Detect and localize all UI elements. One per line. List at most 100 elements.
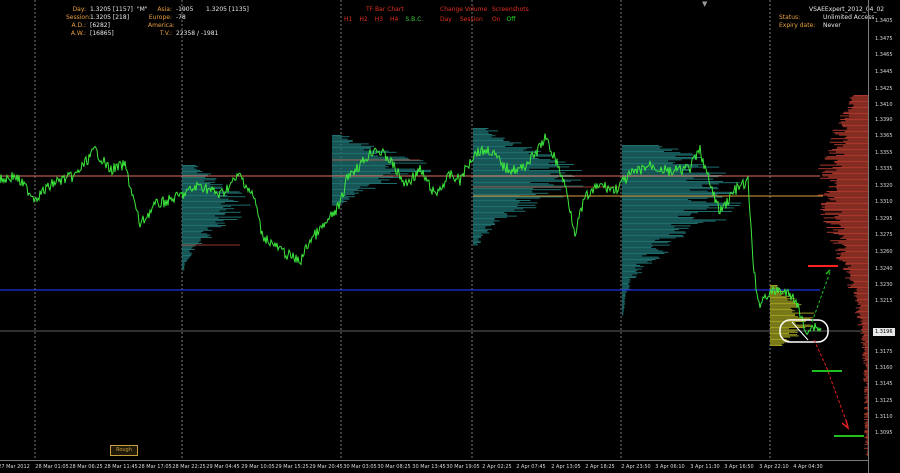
- tf-h1-button[interactable]: H1: [344, 16, 352, 24]
- profile-bar: [182, 167, 195, 169]
- profile-bar: [182, 186, 223, 188]
- profile-bar: [622, 293, 626, 295]
- composite-profile-bar: [855, 307, 868, 309]
- profile-bar: [622, 178, 714, 180]
- profile-bar: [332, 139, 353, 141]
- profile-bar: [473, 136, 492, 138]
- profile-bar: [473, 143, 514, 145]
- profile-bar: [622, 159, 682, 161]
- profile-bar: [622, 253, 665, 254]
- composite-profile-bar: [838, 234, 868, 236]
- shift-arrow-icon[interactable]: ▼: [702, 0, 707, 8]
- profile-bar: [622, 227, 689, 229]
- profile-bar: [473, 201, 520, 203]
- composite-profile-bar: [840, 254, 868, 256]
- composite-profile-bar: [843, 153, 868, 155]
- profile-bar: [332, 172, 391, 174]
- price-chart[interactable]: [0, 0, 868, 460]
- tf-h2-button[interactable]: H2: [359, 16, 367, 24]
- price-axis[interactable]: 1.3405 1.3475 1.3465 1.3445 1.3425 1.3410 1.33…: [868, 0, 900, 473]
- tf-sbc-button[interactable]: S.B.C.: [405, 16, 423, 24]
- developing-profile-bar: [770, 315, 796, 316]
- profile-bar: [473, 161, 566, 163]
- volume-session-button[interactable]: Session: [460, 16, 483, 24]
- composite-profile-bar: [848, 272, 868, 274]
- profile-bar: [473, 185, 584, 187]
- composite-profile-bar: [836, 181, 868, 183]
- composite-profile-bar: [857, 324, 868, 326]
- composite-profile-bar: [834, 144, 868, 146]
- profile-bar: [622, 303, 626, 305]
- price-tick-label: 1.3390: [875, 117, 893, 123]
- profile-bar: [622, 301, 625, 302]
- profile-bar: [622, 197, 708, 199]
- profile-bar: [622, 158, 698, 160]
- composite-profile-bar: [845, 137, 868, 138]
- time-axis[interactable]: 27 Mar 2012 28 Mar 01:05 28 Mar 06:25 28 Ma…: [0, 460, 868, 473]
- profile-bar: [473, 204, 536, 206]
- profile-bar: [622, 220, 716, 222]
- tf-h3-button[interactable]: H3: [375, 16, 383, 24]
- profile-bar: [622, 279, 631, 281]
- profile-bar: [473, 144, 513, 146]
- price-tick-label: 1.3230: [875, 282, 893, 288]
- time-tick-label: 4 Apr 04:30: [793, 464, 823, 470]
- profile-bar: [182, 241, 199, 243]
- composite-profile-bar: [844, 131, 868, 132]
- tf-h4-button[interactable]: H4: [390, 16, 398, 24]
- profile-bar: [622, 236, 685, 238]
- composite-profile-bar: [846, 271, 868, 273]
- volume-title: Change Volume: [440, 6, 488, 13]
- profile-bar: [622, 147, 661, 149]
- profile-bar: [622, 201, 707, 203]
- profile-bar: [473, 236, 481, 237]
- composite-profile-bar: [822, 171, 868, 173]
- profile-bar: [473, 228, 492, 230]
- profile-bar: [182, 193, 216, 195]
- profile-bar: [473, 238, 479, 240]
- time-tick-label: 28 Mar 22:25: [172, 464, 206, 470]
- profile-bar: [473, 130, 499, 132]
- composite-profile-bar: [829, 180, 868, 182]
- developing-profile-bar: [770, 299, 788, 301]
- screenshots-off-button[interactable]: Off: [507, 16, 516, 24]
- volume-day-button[interactable]: Day: [440, 16, 452, 24]
- composite-profile-bar: [819, 164, 868, 166]
- profile-bar: [182, 197, 221, 199]
- price-tick-label: 1.3475: [875, 36, 893, 42]
- profile-bar: [622, 184, 702, 186]
- profile-bar: [622, 238, 660, 240]
- profile-bar: [622, 249, 659, 251]
- profile-bar: [473, 221, 494, 223]
- composite-profile-bar: [833, 233, 868, 234]
- composite-profile-bar: [848, 103, 868, 105]
- composite-profile-bar: [846, 246, 868, 248]
- profile-bar: [182, 232, 202, 234]
- profile-bar: [622, 196, 723, 198]
- composite-profile-bar: [836, 189, 868, 191]
- profile-bar: [622, 254, 647, 256]
- profile-bar: [622, 259, 656, 260]
- screenshots-on-button[interactable]: On: [492, 16, 501, 24]
- symbol-box[interactable]: Rough: [110, 445, 138, 456]
- composite-profile-bar: [828, 176, 868, 178]
- composite-profile-bar: [845, 251, 868, 252]
- composite-profile-bar: [856, 311, 868, 312]
- profile-bar: [622, 241, 671, 242]
- composite-profile-bar: [849, 101, 868, 102]
- profile-bar: [622, 191, 737, 193]
- composite-profile-bar: [820, 204, 868, 206]
- profile-bar: [182, 181, 216, 183]
- composite-profile-bar: [836, 200, 868, 202]
- price-tick-label: 1.3275: [875, 232, 893, 238]
- composite-profile-bar: [833, 132, 868, 134]
- profile-bar: [182, 253, 192, 255]
- profile-bar: [182, 168, 197, 170]
- composite-profile-bar: [857, 317, 868, 318]
- profile-bar: [332, 185, 368, 187]
- composite-profile-bar: [824, 205, 868, 207]
- profile-bar: [332, 180, 382, 182]
- profile-bar: [622, 173, 711, 175]
- composite-profile-bar: [860, 318, 868, 320]
- time-tick-label: 28 Mar 01:05: [35, 464, 69, 470]
